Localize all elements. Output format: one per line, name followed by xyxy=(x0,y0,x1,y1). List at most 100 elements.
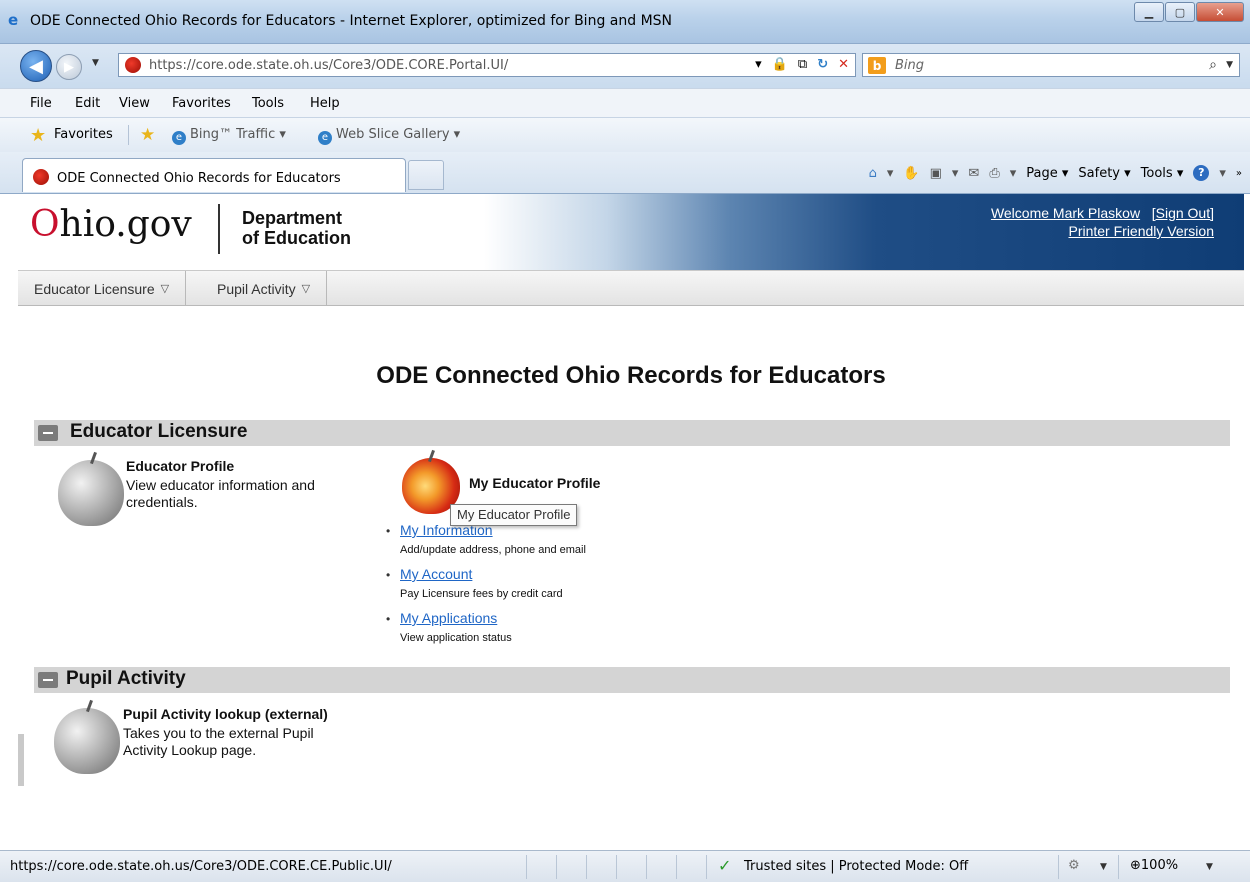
url-text: https://core.ode.state.oh.us/Core3/ODE.C… xyxy=(149,58,509,73)
header-links: Welcome Mark Plaskow [Sign Out] Printer … xyxy=(991,204,1214,240)
favorites-link-label: Web Slice Gallery ▾ xyxy=(336,127,461,142)
lock-icon[interactable]: 🔒 xyxy=(772,57,788,72)
tools-menu[interactable]: Tools ▾ xyxy=(1141,166,1184,181)
maximize-button[interactable]: ▢ xyxy=(1165,2,1195,22)
ie-page-icon: e xyxy=(172,131,186,145)
site-favicon-icon xyxy=(33,169,49,185)
close-window-button[interactable]: ✕ xyxy=(1196,2,1244,22)
bullet: • xyxy=(386,612,391,626)
url-field[interactable]: https://core.ode.state.oh.us/Core3/ODE.C… xyxy=(118,53,856,77)
printer-friendly-link[interactable]: Printer Friendly Version xyxy=(1068,223,1214,239)
compatibility-view-icon[interactable]: ⧉ xyxy=(798,57,807,72)
menu-favorites[interactable]: Favorites xyxy=(172,96,231,111)
favorites-link-web-slice-gallery[interactable]: e Web Slice Gallery ▾ xyxy=(318,127,460,145)
zoom-icon: ⊕ xyxy=(1130,858,1141,873)
check-icon: ✓ xyxy=(718,856,732,875)
page-menu[interactable]: Page ▾ xyxy=(1026,166,1068,181)
nav-educator-licensure[interactable]: Educator Licensure ▽ xyxy=(18,271,187,306)
tab-bar: ODE Connected Ohio Records for Educators… xyxy=(0,152,1250,194)
search-icon[interactable]: ⌕ xyxy=(1209,57,1217,73)
link-description: Pay Licensure fees by credit card xyxy=(400,588,563,600)
hand-icon[interactable]: ✋ xyxy=(903,166,919,181)
my-educator-profile-title[interactable]: My Educator Profile xyxy=(469,475,600,491)
department-name: Department of Education xyxy=(242,208,351,248)
stop-icon[interactable]: ✕ xyxy=(838,57,849,72)
url-dropdown-icon[interactable]: ▾ xyxy=(755,57,762,72)
tab-ode-core[interactable]: ODE Connected Ohio Records for Educators xyxy=(22,158,406,192)
protected-mode-dropdown-icon[interactable]: ▼ xyxy=(1100,862,1107,872)
protected-mode-icon[interactable]: ⚙ xyxy=(1068,858,1080,873)
favorites-button[interactable]: Favorites xyxy=(54,127,113,142)
search-placeholder: Bing xyxy=(895,58,925,73)
help-dropdown-icon[interactable]: ▾ xyxy=(1219,166,1226,181)
ie-page-icon: e xyxy=(318,131,332,145)
section-title: Pupil Activity xyxy=(66,668,186,689)
nav-item-label: Educator Licensure xyxy=(34,280,155,297)
security-zone[interactable]: Trusted sites | Protected Mode: Off xyxy=(744,859,968,874)
welcome-user-link[interactable]: Welcome Mark Plaskow xyxy=(991,205,1140,221)
pupil-activity-lookup-title[interactable]: Pupil Activity lookup (external) xyxy=(123,706,328,722)
zoom-dropdown-icon[interactable]: ▼ xyxy=(1206,862,1213,872)
url-actions: ▾ 🔒 ⧉ ↻ ✕ xyxy=(755,57,849,72)
feeds-dropdown-icon[interactable]: ▾ xyxy=(952,166,959,181)
help-icon[interactable]: ? xyxy=(1193,165,1210,181)
bullet: • xyxy=(386,568,391,582)
site-header: Ohio.gov Department of Education Welcome… xyxy=(18,194,1244,270)
bullet: • xyxy=(386,524,391,538)
ie-logo-icon: e xyxy=(8,11,19,29)
arrow-right-icon: ▶ xyxy=(64,59,74,75)
apple-gray-icon[interactable] xyxy=(54,708,120,774)
menu-help[interactable]: Help xyxy=(310,96,340,111)
status-url: https://core.ode.state.oh.us/Core3/ODE.C… xyxy=(10,859,392,874)
add-to-favorites-icon[interactable]: ★ xyxy=(140,125,155,145)
my-account-link[interactable]: My Account xyxy=(400,566,472,582)
favorites-bar: ★ Favorites ★ e Bing™ Traffic ▾ e Web Slic… xyxy=(0,118,1250,152)
forward-button[interactable]: ▶ xyxy=(56,54,82,80)
status-divider xyxy=(1118,855,1119,879)
menu-edit[interactable]: Edit xyxy=(75,96,100,111)
menu-tools[interactable]: Tools xyxy=(252,96,284,111)
print-dropdown-icon[interactable]: ▾ xyxy=(1010,166,1017,181)
logo-text: hio.gov xyxy=(59,204,192,245)
nav-pupil-activity[interactable]: Pupil Activity ▽ xyxy=(201,271,328,306)
zoom-level[interactable]: ⊕100% xyxy=(1130,858,1178,873)
safety-menu[interactable]: Safety ▾ xyxy=(1078,166,1130,181)
feeds-icon[interactable]: ▣ xyxy=(930,166,942,181)
history-dropdown-icon[interactable]: ▼ xyxy=(92,58,99,68)
more-commands-chevron-icon[interactable]: » xyxy=(1236,168,1242,179)
collapse-icon[interactable] xyxy=(38,425,58,441)
new-tab-button[interactable] xyxy=(408,160,444,190)
minimize-button[interactable]: ▁ xyxy=(1134,2,1164,22)
refresh-icon[interactable]: ↻ xyxy=(817,57,828,72)
favorites-link-label: Bing™ Traffic ▾ xyxy=(190,127,286,142)
menu-file[interactable]: File xyxy=(30,96,52,111)
sign-out-link[interactable]: [Sign Out] xyxy=(1152,205,1214,221)
page-title: ODE Connected Ohio Records for Educators xyxy=(376,362,886,389)
home-icon[interactable]: ⌂ xyxy=(869,166,877,181)
chevron-down-icon: ▽ xyxy=(301,283,311,295)
window-titlebar: e ODE Connected Ohio Records for Educato… xyxy=(0,0,1250,44)
favorites-star-icon[interactable]: ★ xyxy=(30,125,46,146)
home-dropdown-icon[interactable]: ▾ xyxy=(887,166,894,181)
educator-profile-description: View educator information and credential… xyxy=(126,477,315,510)
page-content: Ohio.gov Department of Education Welcome… xyxy=(18,194,1244,850)
section-pupil-activity: Pupil Activity xyxy=(34,667,1230,693)
collapse-icon[interactable] xyxy=(38,672,58,688)
section-title: Educator Licensure xyxy=(70,421,248,442)
apple-gray-icon[interactable] xyxy=(58,460,124,526)
favorites-link-bing-traffic[interactable]: e Bing™ Traffic ▾ xyxy=(172,127,286,145)
mail-icon[interactable]: ✉ xyxy=(968,166,979,181)
my-applications-link[interactable]: My Applications xyxy=(400,610,497,626)
search-input[interactable]: b Bing ⌕ ▼ xyxy=(862,53,1240,77)
link-description: Add/update address, phone and email xyxy=(400,544,586,556)
search-options-dropdown-icon[interactable]: ▼ xyxy=(1226,60,1233,70)
print-icon[interactable]: ⎙ xyxy=(989,166,999,181)
logo-divider xyxy=(218,204,220,254)
command-bar: ⌂ ▾ ✋ ▣ ▾ ✉ ⎙ ▾ Page ▾ Safety ▾ Tools ▾ … xyxy=(869,165,1242,181)
ohio-gov-logo[interactable]: Ohio.gov xyxy=(30,204,192,245)
arrow-left-icon: ◀ xyxy=(29,55,43,77)
back-button[interactable]: ◀ xyxy=(20,50,52,82)
favorites-divider xyxy=(128,125,129,145)
menu-view[interactable]: View xyxy=(119,96,150,111)
educator-profile-title[interactable]: Educator Profile xyxy=(126,458,234,474)
